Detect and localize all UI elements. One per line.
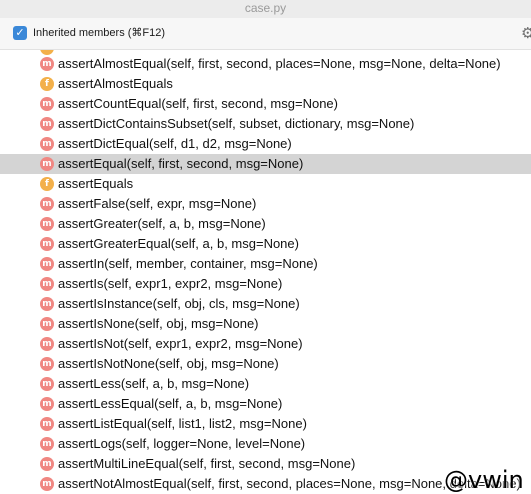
method-icon: m [40, 157, 54, 171]
method-icon: m [40, 297, 54, 311]
method-icon: m [40, 317, 54, 331]
gear-icon[interactable]: ⚙ [521, 24, 531, 42]
member-signature: assertEqual(self, first, second, msg=Non… [58, 156, 304, 171]
member-row[interactable]: m assertLessEqual(self, a, b, msg=None) [0, 394, 531, 414]
member-list[interactable]: m assertAlmostEqual(self, first, second, … [0, 50, 531, 494]
member-row[interactable]: m assertIsNot(self, expr1, expr2, msg=Non… [0, 334, 531, 354]
member-signature: assertEquals [58, 176, 134, 191]
member-row-selected[interactable]: m assertEqual(self, first, second, msg=No… [0, 154, 531, 174]
member-row[interactable]: m assertListEqual(self, list1, list2, msg… [0, 414, 531, 434]
member-signature: assertIn(self, member, container, msg=No… [58, 256, 318, 271]
field-icon: f [40, 177, 54, 191]
member-row[interactable]: m assertIsNotNone(self, obj, msg=None) [0, 354, 531, 374]
method-icon: m [40, 237, 54, 251]
method-icon: m [40, 417, 54, 431]
member-signature: assertIsNotNone(self, obj, msg=None) [58, 356, 279, 371]
method-icon: m [40, 217, 54, 231]
member-row[interactable]: m assertGreaterEqual(self, a, b, msg=None… [0, 234, 531, 254]
method-icon: m [40, 457, 54, 471]
member-row[interactable]: m assertAlmostEqual(self, first, second, … [0, 54, 531, 74]
member-row[interactable]: f assertEquals [0, 174, 531, 194]
member-row[interactable]: m assertIn(self, member, container, msg=N… [0, 254, 531, 274]
member-row[interactable]: m assertFalse(self, expr, msg=None) [0, 194, 531, 214]
method-icon: m [40, 57, 54, 71]
method-icon: m [40, 277, 54, 291]
member-row[interactable]: m assertDictContainsSubset(self, subset, … [0, 114, 531, 134]
watermark: @vwin [444, 466, 524, 494]
member-signature: assertIsNone(self, obj, msg=None) [58, 316, 259, 331]
member-row[interactable]: m assertLess(self, a, b, msg=None) [0, 374, 531, 394]
method-icon: m [40, 257, 54, 271]
method-icon: m [40, 137, 54, 151]
method-icon: m [40, 197, 54, 211]
member-signature: assertFalse(self, expr, msg=None) [58, 196, 257, 211]
method-icon: m [40, 437, 54, 451]
member-signature: assertAlmostEquals [58, 76, 173, 91]
member-signature: assertIs(self, expr1, expr2, msg=None) [58, 276, 283, 291]
method-icon: m [40, 97, 54, 111]
member-signature: assertIsNot(self, expr1, expr2, msg=None… [58, 336, 303, 351]
member-signature: assertCountEqual(self, first, second, ms… [58, 96, 338, 111]
member-row[interactable]: m assertDictEqual(self, d1, d2, msg=None) [0, 134, 531, 154]
method-icon: m [40, 337, 54, 351]
method-icon: m [40, 477, 54, 491]
member-row[interactable]: m assertLogs(self, logger=None, level=Non… [0, 434, 531, 454]
structure-popup-header: ✓ Inherited members (⌘F12) ⚙ [0, 18, 531, 50]
inherited-members-checkbox[interactable]: ✓ [13, 26, 27, 40]
method-icon: m [40, 397, 54, 411]
member-signature: assertListEqual(self, list1, list2, msg=… [58, 416, 307, 431]
member-signature: assertAlmostEqual(self, first, second, p… [58, 56, 501, 71]
window-title: case.py [0, 0, 531, 18]
method-icon: m [40, 357, 54, 371]
member-signature: assertMultiLineEqual(self, first, second… [58, 456, 356, 471]
member-signature: assertIsInstance(self, obj, cls, msg=Non… [58, 296, 300, 311]
member-row[interactable]: m assertIs(self, expr1, expr2, msg=None) [0, 274, 531, 294]
member-signature: assertDictEqual(self, d1, d2, msg=None) [58, 136, 292, 151]
member-row[interactable]: m assertGreater(self, a, b, msg=None) [0, 214, 531, 234]
inherited-members-label[interactable]: Inherited members (⌘F12) [33, 26, 165, 40]
member-signature: assertLessEqual(self, a, b, msg=None) [58, 396, 283, 411]
member-signature: assertLogs(self, logger=None, level=None… [58, 436, 306, 451]
member-signature: assertGreaterEqual(self, a, b, msg=None) [58, 236, 299, 251]
member-signature: assertLess(self, a, b, msg=None) [58, 376, 250, 391]
member-row[interactable]: m assertCountEqual(self, first, second, m… [0, 94, 531, 114]
member-signature: assertGreater(self, a, b, msg=None) [58, 216, 266, 231]
method-icon: m [40, 117, 54, 131]
member-row[interactable]: f assertAlmostEquals [0, 74, 531, 94]
field-icon: f [40, 77, 54, 91]
method-icon: m [40, 377, 54, 391]
member-row[interactable]: m assertIsNone(self, obj, msg=None) [0, 314, 531, 334]
member-row[interactable]: m assertIsInstance(self, obj, cls, msg=No… [0, 294, 531, 314]
member-signature: assertDictContainsSubset(self, subset, d… [58, 116, 415, 131]
